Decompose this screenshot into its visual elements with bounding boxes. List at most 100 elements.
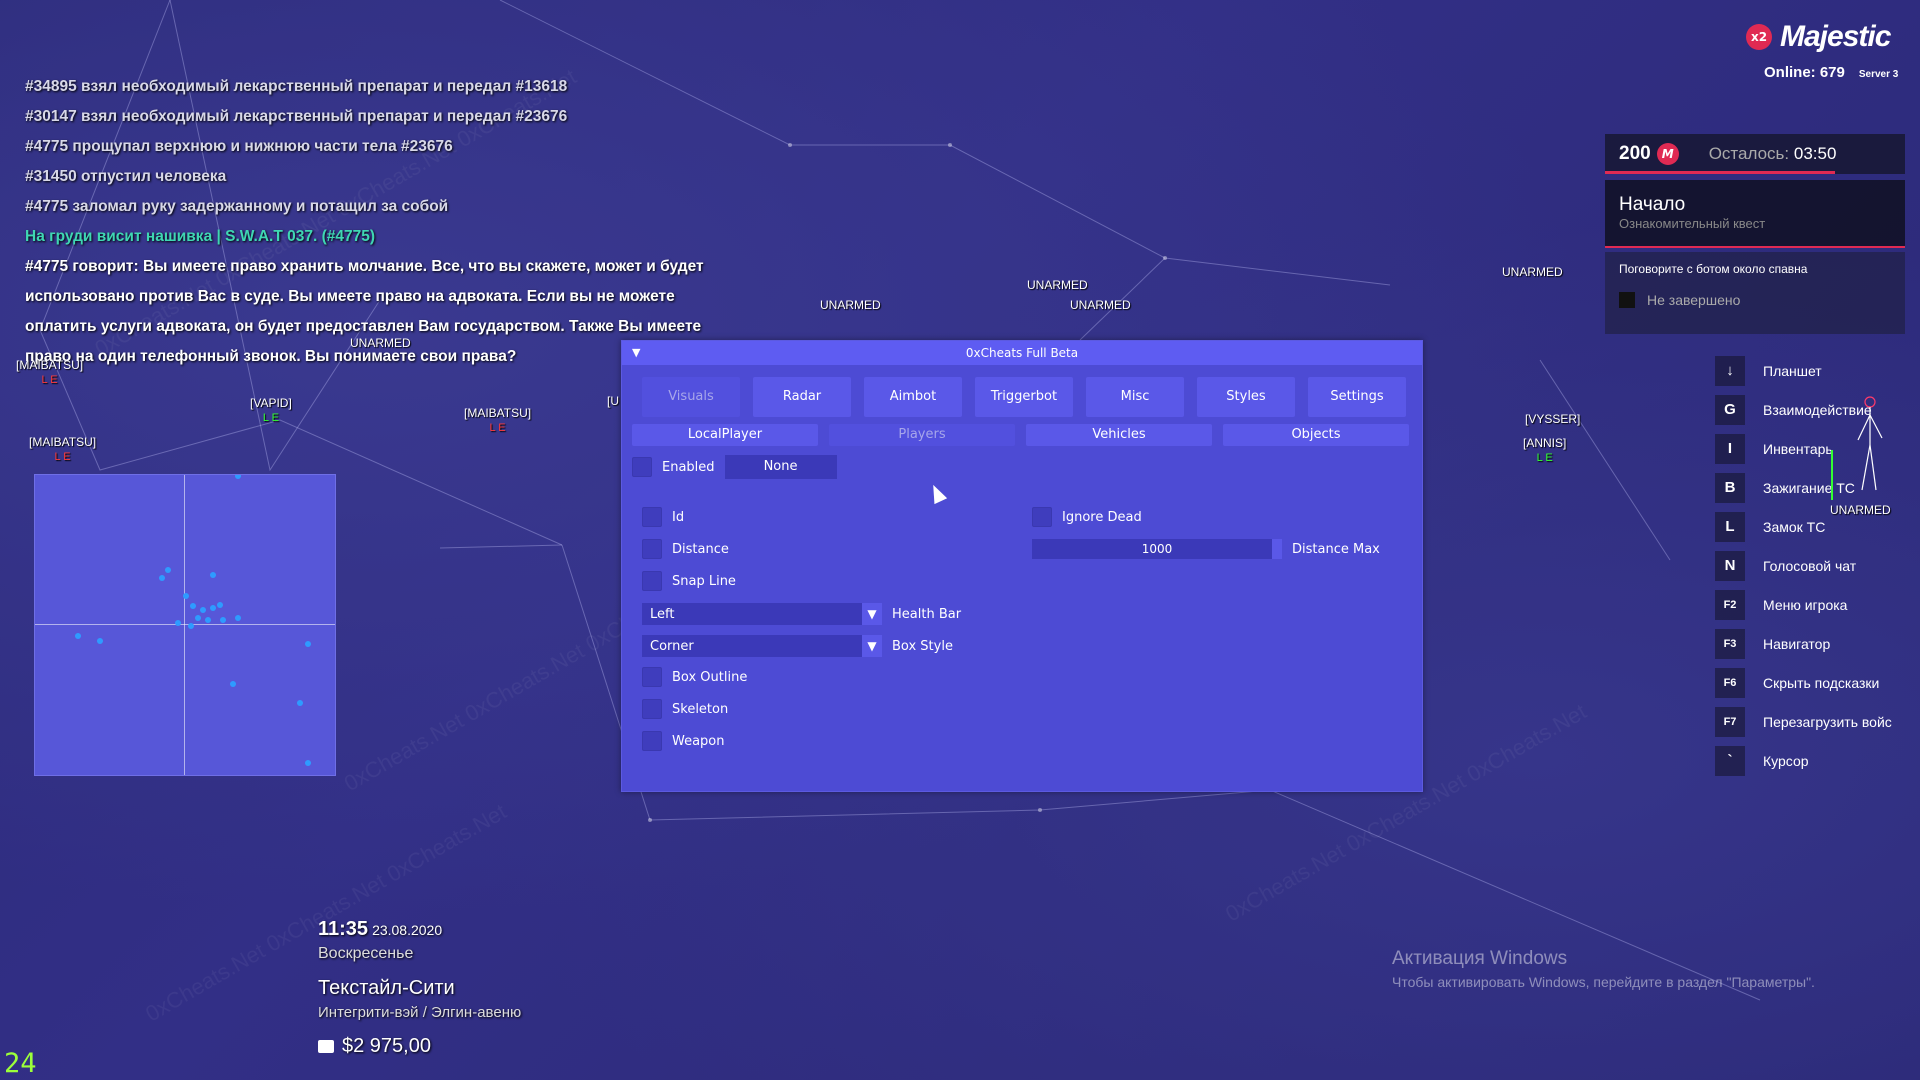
keybind-label: Замок ТС	[1763, 518, 1826, 535]
quest-divider	[1605, 246, 1905, 248]
esp-label: UNARMED	[1502, 265, 1563, 279]
money-amount: $2 975,00	[342, 1035, 431, 1057]
snapline-checkbox[interactable]	[642, 571, 662, 591]
cheat-menu-window: ▼ 0xCheats Full Beta Visuals Radar Aimbo…	[621, 340, 1423, 792]
distance-max-label: Distance Max	[1292, 541, 1380, 557]
collapse-triangle-icon[interactable]: ▼	[632, 341, 640, 365]
menu-titlebar[interactable]: ▼ 0xCheats Full Beta	[622, 341, 1422, 365]
keybind-row: F2 Меню игрока	[1715, 585, 1892, 624]
esp-label: [VAPID] L E	[250, 396, 292, 424]
distance-row: Distance	[642, 539, 729, 559]
tab-styles[interactable]: Styles	[1197, 377, 1295, 417]
radar-blip	[217, 602, 223, 608]
hotkey-none-button[interactable]: None	[724, 455, 837, 479]
weapon-row: Weapon	[642, 731, 725, 751]
key-cap: G	[1715, 394, 1745, 425]
radar-blip	[235, 615, 241, 621]
radar-axis	[184, 475, 185, 775]
keybind-row: ` Курсор	[1715, 741, 1892, 780]
windows-activation-title: Активация Windows	[1392, 948, 1568, 969]
radar-blip	[305, 641, 311, 647]
distance-checkbox[interactable]	[642, 539, 662, 559]
distance-max-value: 1000	[1141, 542, 1173, 556]
quest-status: Не завершено	[1619, 292, 1905, 308]
tab-misc[interactable]: Misc	[1086, 377, 1184, 417]
quest-header: Начало Ознакомительный квест	[1605, 180, 1905, 248]
chat-speech: #4775 говорит: Вы имеете право хранить м…	[25, 258, 704, 365]
distance-max-row: 1000 Distance Max	[1032, 539, 1380, 559]
quest-progress-bar	[1605, 171, 1835, 174]
boxoutline-checkbox[interactable]	[642, 667, 662, 687]
location-city: Текстайл-Сити	[318, 977, 455, 999]
esp-label: [U	[607, 394, 619, 408]
radar-blip	[175, 620, 181, 626]
id-checkbox[interactable]	[642, 507, 662, 527]
key-cap: `	[1715, 745, 1745, 776]
tab-visuals[interactable]: Visuals	[642, 377, 740, 417]
tab-triggerbot[interactable]: Triggerbot	[975, 377, 1073, 417]
subtab-objects[interactable]: Objects	[1223, 424, 1409, 446]
subtab-localplayer[interactable]: LocalPlayer	[632, 424, 818, 446]
server-logo: x2 Majestic	[1746, 20, 1891, 54]
ignoredead-checkbox[interactable]	[1032, 507, 1052, 527]
keybind-row: L Замок ТС	[1715, 507, 1892, 546]
tab-settings[interactable]: Settings	[1308, 377, 1406, 417]
esp-label: [MAIBATSU] L E	[464, 406, 532, 434]
snapline-row: Snap Line	[642, 571, 736, 591]
skeleton-checkbox[interactable]	[642, 699, 662, 719]
esp-label: UNARMED	[820, 298, 881, 312]
chat-line: #34895 взял необходимый лекарственный пр…	[25, 78, 568, 95]
weapon-checkbox[interactable]	[642, 731, 662, 751]
menu-title: 0xCheats Full Beta	[965, 346, 1079, 360]
ignoredead-label: Ignore Dead	[1062, 509, 1142, 525]
menu-tabs: Visuals Radar Aimbot Triggerbot Misc Sty…	[642, 377, 1406, 417]
tab-aimbot[interactable]: Aimbot	[864, 377, 962, 417]
boxoutline-label: Box Outline	[672, 669, 748, 685]
distance-label: Distance	[672, 541, 729, 557]
skeleton-esp-icon	[1831, 396, 1883, 500]
chat-log: #34895 взял необходимый лекарственный пр…	[25, 72, 705, 372]
radar-blip	[297, 700, 303, 706]
key-cap: L	[1715, 511, 1745, 542]
radar-blip	[195, 615, 201, 621]
chat-line: #31450 отпустил человека	[25, 168, 227, 185]
keybind-row: F7 Перезагрузить войс	[1715, 702, 1892, 741]
healthbar-select[interactable]: Left ▼	[642, 603, 882, 625]
boxstyle-value: Corner	[650, 638, 694, 654]
distance-max-slider[interactable]: 1000	[1032, 539, 1282, 559]
radar-blip	[210, 572, 216, 578]
windows-activation-watermark: Активация Windows Чтобы активировать Win…	[1392, 948, 1815, 990]
esp-label: [MAIBATSU] L E	[29, 435, 97, 463]
subtab-players[interactable]: Players	[829, 424, 1015, 446]
key-cap: I	[1715, 433, 1745, 464]
slider-handle[interactable]	[1272, 539, 1282, 559]
key-cap: F6	[1715, 667, 1745, 698]
keybind-label: Навигатор	[1763, 635, 1831, 652]
fps-counter: 24	[4, 1048, 37, 1079]
game-time: 11:35	[318, 918, 369, 940]
brand-name: Majestic	[1780, 20, 1891, 53]
keybind-label: Голосовой чат	[1763, 557, 1857, 574]
id-row: Id	[642, 507, 684, 527]
menu-subtabs: LocalPlayer Players Vehicles Objects	[632, 424, 1409, 446]
radar-panel	[34, 474, 336, 776]
keybind-label: Планшет	[1763, 362, 1822, 379]
radar-blip	[159, 575, 165, 581]
weapon-label: Weapon	[672, 733, 725, 749]
radar-blip	[190, 603, 196, 609]
dropdown-arrow-icon[interactable]: ▼	[862, 603, 882, 625]
boxstyle-select[interactable]: Corner ▼	[642, 635, 882, 657]
dropdown-arrow-icon[interactable]: ▼	[862, 635, 882, 657]
location-street: Интегрити-вэй / Элгин-авеню	[318, 1004, 522, 1021]
chat-line-patch: На груди висит нашивка | S.W.A.T 037. (#…	[25, 228, 376, 245]
enabled-checkbox[interactable]	[632, 457, 652, 477]
key-cap: F3	[1715, 628, 1745, 659]
tab-radar[interactable]: Radar	[753, 377, 851, 417]
enabled-row: Enabled None	[632, 455, 837, 479]
online-counter: Online: 679 Server 3	[1764, 64, 1898, 81]
key-cap: F7	[1715, 706, 1745, 737]
radar-blip	[210, 605, 216, 611]
esp-label: [MAIBATSU] L E	[16, 358, 84, 386]
subtab-vehicles[interactable]: Vehicles	[1026, 424, 1212, 446]
boxoutline-row: Box Outline	[642, 667, 747, 687]
